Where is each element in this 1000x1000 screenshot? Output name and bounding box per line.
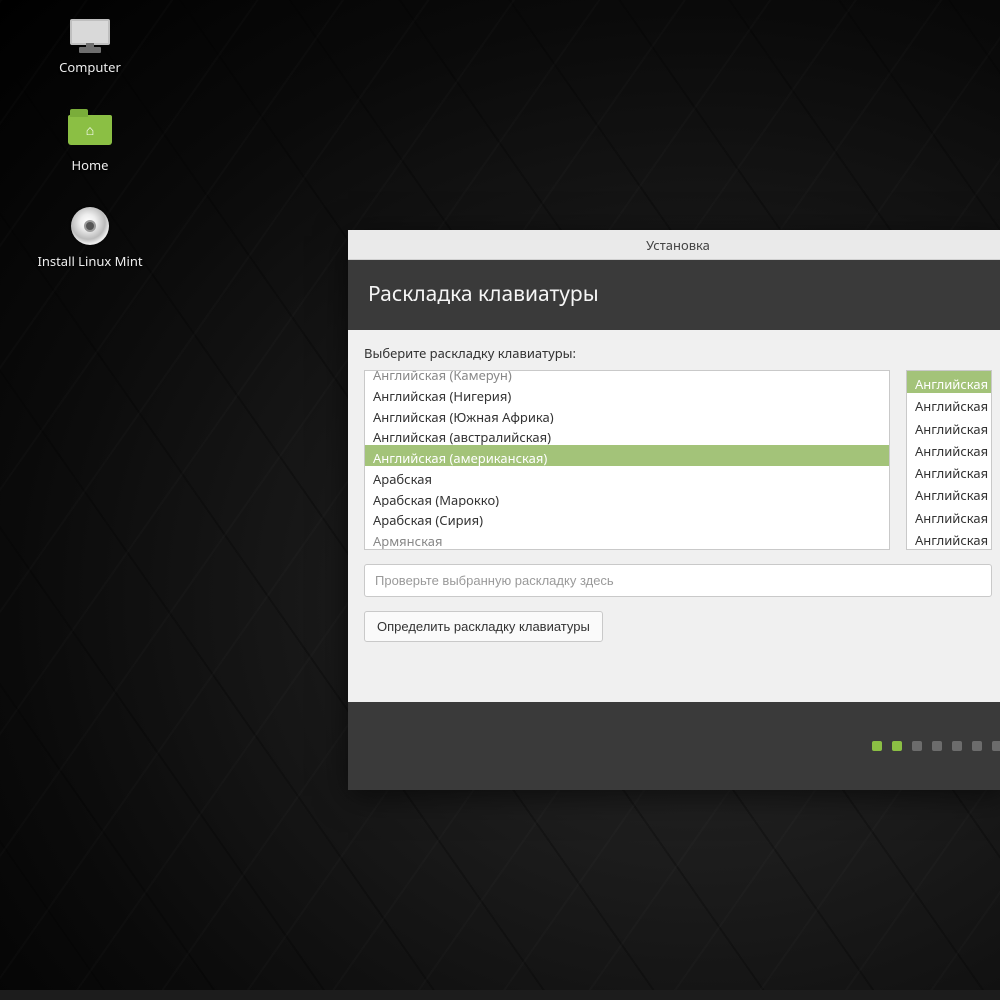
list-item[interactable]: Английская (а [907, 371, 991, 393]
installer-content: Выберите раскладку клавиатуры: Английска… [348, 330, 1000, 702]
disc-icon [66, 206, 114, 246]
desktop-icon-home[interactable]: ⌂ Home [30, 110, 150, 174]
layout-variant-list[interactable]: Английская (аАнглийская (аАнглийская (аА… [906, 370, 992, 550]
layout-language-list[interactable]: Английская (Камерун)Английская (Нигерия)… [364, 370, 890, 550]
heading-text: Раскладка клавиатуры [368, 280, 599, 308]
list-item[interactable]: Английская (австралийская) [365, 424, 889, 445]
window-titlebar[interactable]: Установка [348, 230, 1000, 260]
list-item[interactable]: Армянская [365, 528, 889, 549]
desktop-icon-label: Computer [30, 58, 150, 76]
folder-home-icon: ⌂ [66, 110, 114, 150]
taskbar[interactable] [0, 990, 1000, 1000]
computer-icon [66, 12, 114, 52]
list-item[interactable]: Английская (а [907, 416, 991, 438]
list-item[interactable]: Английская (а [907, 505, 991, 527]
progress-dot [992, 741, 1000, 751]
list-item[interactable]: Английская (а [907, 460, 991, 482]
progress-dot [932, 741, 942, 751]
detect-layout-button[interactable]: Определить раскладку клавиатуры [364, 611, 603, 642]
keyboard-prompt: Выберите раскладку клавиатуры: [364, 344, 992, 362]
list-item[interactable]: Английская (а [907, 482, 991, 504]
list-item[interactable]: Арабская (Марокко) [365, 487, 889, 508]
list-item[interactable]: Английская (Нигерия) [365, 383, 889, 404]
layout-test-input[interactable] [364, 564, 992, 597]
list-item[interactable]: Английская (Камерун) [365, 370, 889, 383]
keyboard-layout-lists: Английская (Камерун)Английская (Нигерия)… [364, 370, 992, 550]
list-item[interactable]: Английская (Южная Африка) [365, 404, 889, 425]
installer-progress-dots [348, 702, 1000, 790]
list-item[interactable]: Арабская (Сирия) [365, 507, 889, 528]
progress-dot [872, 741, 882, 751]
desktop-icon-install[interactable]: Install Linux Mint [30, 206, 150, 270]
installer-heading: Раскладка клавиатуры [348, 260, 1000, 330]
desktop-icon-label: Home [30, 156, 150, 174]
list-item[interactable]: Английская (а [907, 438, 991, 460]
progress-dot [972, 741, 982, 751]
progress-dot [892, 741, 902, 751]
list-item[interactable]: Арабская [365, 466, 889, 487]
desktop-icon-label: Install Linux Mint [30, 252, 150, 270]
window-title: Установка [646, 236, 710, 254]
list-item[interactable]: Английская (а [907, 393, 991, 415]
desktop-icon-computer[interactable]: Computer [30, 12, 150, 76]
list-item[interactable]: Английская (американская) [365, 445, 889, 466]
installer-window: Установка Раскладка клавиатуры Выберите … [348, 230, 1000, 790]
progress-dot [952, 741, 962, 751]
progress-dot [912, 741, 922, 751]
list-item[interactable]: Английская (а [907, 527, 991, 549]
